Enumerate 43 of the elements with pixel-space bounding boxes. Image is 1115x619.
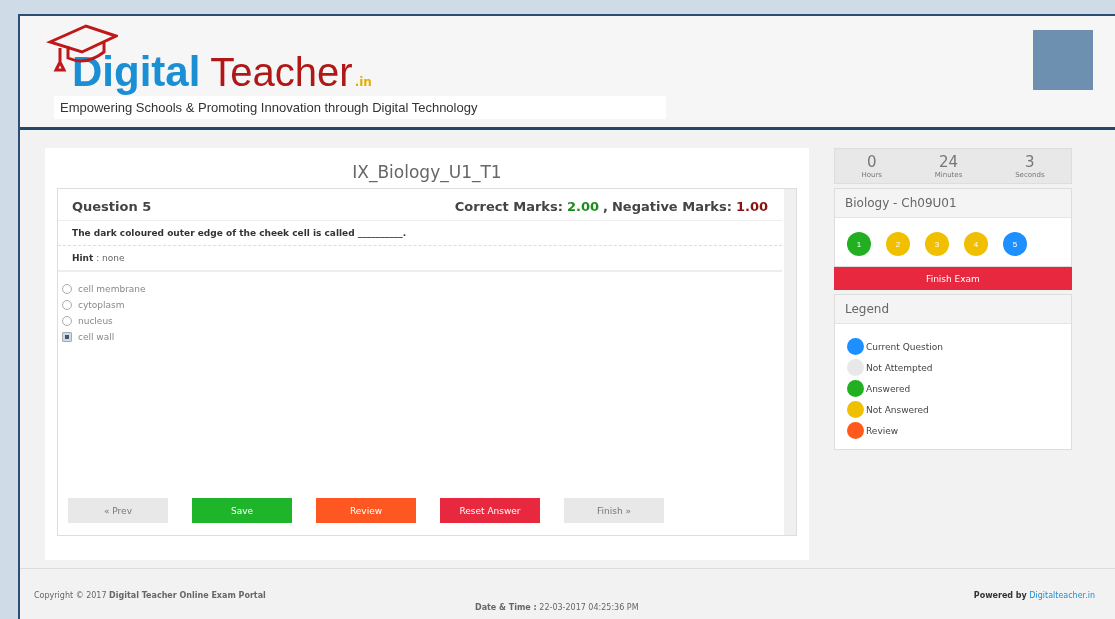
question-bubble[interactable]: 5 <box>1003 232 1027 256</box>
date-value: 22-03-2017 04:25:36 PM <box>539 603 639 612</box>
action-button[interactable]: Reset Answer <box>440 498 540 523</box>
logo-word: Digital <box>72 48 201 96</box>
question-text: The dark coloured outer edge of the cheek cell is called __________. <box>58 221 782 246</box>
marks-label: Correct Marks: <box>454 199 563 214</box>
marks-value: 2.00 <box>566 199 599 214</box>
option-label[interactable]: cell wall <box>78 332 115 342</box>
copyright-text: Copyright © 2017 Digital Teacher Online Exam Portal <box>34 591 266 600</box>
scrollbar[interactable] <box>784 189 796 535</box>
logo-word: Teacher <box>210 50 353 95</box>
legend-label: Review <box>866 425 899 436</box>
hint-label: Hint <box>72 253 94 263</box>
action-button[interactable]: Save <box>192 498 292 523</box>
exam-title: IX_Biology_U1_T1 <box>351 162 503 182</box>
marks-label: Negative Marks: <box>611 199 732 214</box>
legend-label: Answered <box>866 383 911 394</box>
radio-button[interactable] <box>62 332 72 342</box>
hint-text: : none <box>96 253 125 263</box>
legend-label: Not Attempted <box>866 362 933 373</box>
action-button[interactable]: « Prev <box>68 498 168 523</box>
option-label[interactable]: cell membrane <box>78 284 146 294</box>
question-number: Question 5 <box>72 199 152 214</box>
timer-value: 3 <box>1025 153 1035 171</box>
powered-label: Powered by <box>973 591 1027 600</box>
option-label[interactable]: cytoplasm <box>78 300 125 310</box>
card-title: Biology - Ch09U01 <box>835 189 1071 218</box>
action-button[interactable]: Review <box>316 498 416 523</box>
legend-label: Not Answered <box>866 404 929 415</box>
tagline: Empowering Schools & Promoting Innovation through Digital Technology <box>54 96 666 119</box>
logo-suffix: .in <box>354 75 372 89</box>
legend-label: Current Question <box>866 341 943 352</box>
question-bubble[interactable]: 1 <box>847 232 871 256</box>
separator: , <box>603 199 608 214</box>
timer-value: 24 <box>939 153 959 171</box>
action-button[interactable]: Finish » <box>564 498 664 523</box>
card-title: Legend <box>835 295 1071 324</box>
marks-value: 1.00 <box>735 199 768 214</box>
option-label[interactable]: nucleus <box>78 316 113 326</box>
finish-exam-button[interactable]: Finish Exam <box>834 267 1072 290</box>
powered-link[interactable]: Digitalteacher.in <box>1029 591 1095 600</box>
timer-value: 0 <box>866 153 877 171</box>
date-label: Date & Time : <box>475 603 537 612</box>
